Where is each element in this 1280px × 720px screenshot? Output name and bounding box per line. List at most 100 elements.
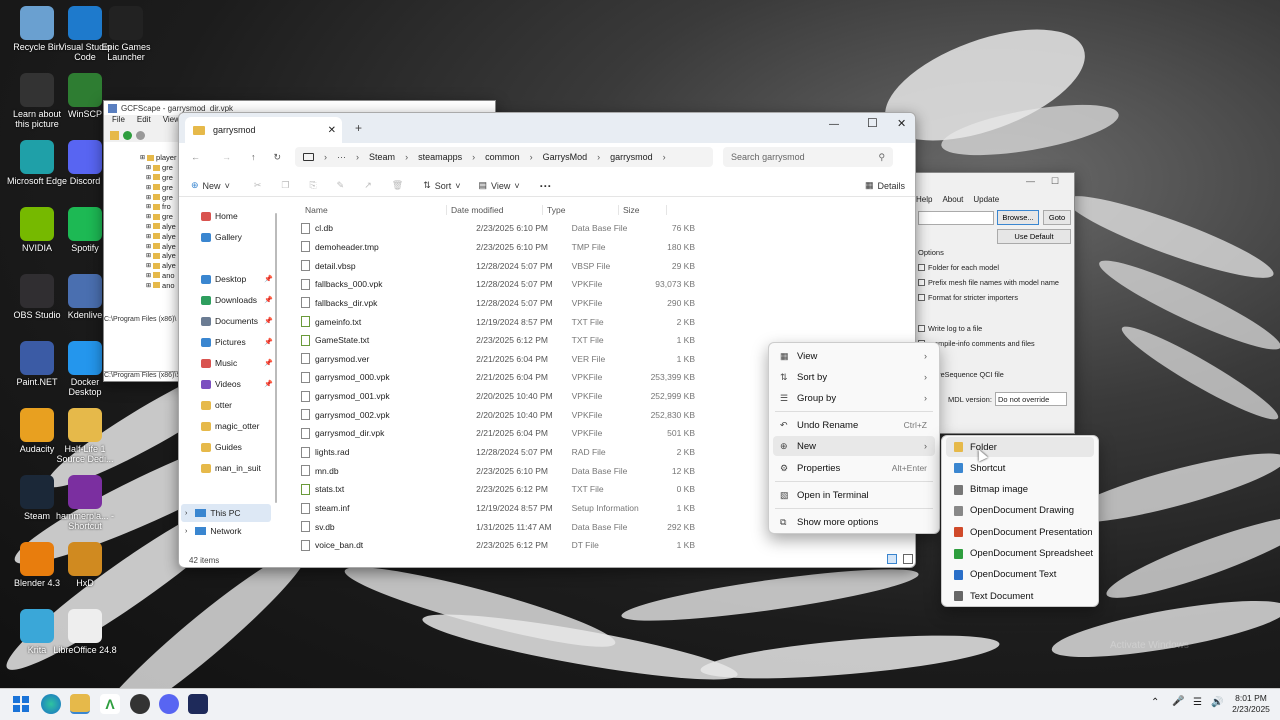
column-date[interactable]: Date modified bbox=[447, 205, 543, 215]
up-arrow-icon[interactable]: ↑ bbox=[251, 152, 256, 162]
nav-item[interactable]: Music 📌 bbox=[201, 358, 273, 368]
file-row[interactable]: stats.txt 2/23/2025 6:12 PM TXT File 0 KB bbox=[285, 480, 695, 499]
column-type[interactable]: Type bbox=[543, 205, 619, 215]
file-row[interactable]: detail.vbsp 12/28/2024 5:07 PM VBSP File 29… bbox=[285, 256, 695, 275]
back-icon[interactable] bbox=[123, 130, 132, 140]
option-checkbox[interactable]: Format for stricter importers bbox=[918, 293, 1018, 302]
file-row[interactable]: steam.inf 12/19/2024 8:57 PM Setup Informa… bbox=[285, 499, 695, 518]
wifi-icon[interactable]: ☰ bbox=[1193, 697, 1202, 708]
breadcrumb-item[interactable]: common bbox=[485, 152, 520, 162]
nav-item[interactable]: Desktop 📌 bbox=[201, 274, 273, 284]
cut-icon[interactable]: ✂ bbox=[254, 180, 262, 191]
file-row[interactable]: cl.db 2/23/2025 6:10 PM Data Base File 76 K… bbox=[285, 219, 695, 238]
nav-scrollbar[interactable] bbox=[275, 213, 277, 503]
nav-item-this-pc[interactable]: › This PC bbox=[181, 504, 271, 522]
context-menu-item[interactable]: ☰ Group by › bbox=[773, 388, 935, 408]
nav-item[interactable]: Guides bbox=[201, 442, 273, 452]
column-size[interactable]: Size bbox=[619, 205, 667, 215]
forward-icon[interactable] bbox=[136, 130, 145, 140]
desktop-icon[interactable]: hammerpla... - Shortcut bbox=[53, 475, 117, 531]
tree-node[interactable]: ⊞ ano bbox=[146, 280, 182, 290]
column-name[interactable]: Name bbox=[285, 205, 447, 215]
tree-node[interactable]: ⊞ gre bbox=[146, 163, 182, 173]
expand-icon[interactable]: ⊞ bbox=[146, 262, 151, 269]
expand-icon[interactable]: ⊞ bbox=[146, 243, 151, 250]
nav-item[interactable]: Downloads 📌 bbox=[201, 295, 273, 305]
view-button[interactable]: ▤ View ˅ bbox=[479, 180, 520, 191]
tree-node[interactable]: ⊞ alye bbox=[146, 261, 182, 271]
tree-node[interactable]: ⊞ player bbox=[140, 153, 182, 163]
expand-icon[interactable]: ⊞ bbox=[146, 272, 151, 279]
expand-icon[interactable]: ⊞ bbox=[146, 184, 151, 191]
expand-icon[interactable]: ⊞ bbox=[146, 213, 151, 220]
mdl-version-select[interactable]: Do not override bbox=[995, 392, 1067, 406]
search-box[interactable]: Search garrysmod ⚲ bbox=[723, 147, 894, 167]
breadcrumb-item[interactable]: steamapps bbox=[418, 152, 462, 162]
expand-icon[interactable]: ⊞ bbox=[146, 223, 151, 230]
crowbar-menu-help[interactable]: Help bbox=[916, 195, 932, 204]
crowbar-path-input[interactable] bbox=[918, 211, 994, 225]
nav-item[interactable]: Home bbox=[201, 211, 273, 221]
expand-icon[interactable]: ⊞ bbox=[140, 154, 145, 161]
browse-button[interactable]: Browse... bbox=[997, 210, 1039, 225]
share-icon[interactable]: ↗ bbox=[364, 180, 372, 191]
menu-edit[interactable]: Edit bbox=[137, 115, 151, 128]
desktop-icon[interactable]: Half-Life 1 Source Dedi... bbox=[53, 408, 117, 464]
breadcrumb-item[interactable]: Steam bbox=[369, 152, 395, 162]
expand-icon[interactable]: ⊞ bbox=[146, 203, 151, 210]
app-taskbar-icon[interactable]: Λ bbox=[100, 694, 120, 714]
nav-item[interactable]: magic_otter bbox=[201, 421, 273, 431]
new-submenu-item[interactable]: OpenDocument Spreadsheet bbox=[946, 544, 1094, 564]
tray-chevron-icon[interactable]: ⌃ bbox=[1151, 697, 1159, 708]
crowbar-menu-about[interactable]: About bbox=[942, 195, 963, 204]
context-menu-item[interactable]: ⇅ Sort by › bbox=[773, 367, 935, 387]
tree-node[interactable]: ⊞ gre bbox=[146, 173, 182, 183]
file-row[interactable]: demoheader.tmp 2/23/2025 6:10 PM TMP File 1… bbox=[285, 238, 695, 257]
menu-file[interactable]: File bbox=[112, 115, 125, 128]
expand-chevron-icon[interactable]: › bbox=[185, 510, 187, 517]
option-checkbox[interactable]: Write log to a file bbox=[918, 324, 982, 333]
forward-arrow-icon[interactable]: → bbox=[222, 152, 231, 162]
desktop-icon[interactable]: LibreOffice 24.8 bbox=[53, 609, 117, 655]
breadcrumb-separator[interactable]: › bbox=[530, 152, 533, 162]
desktop-icon[interactable]: HxD bbox=[53, 542, 117, 588]
copy-icon[interactable]: ❐ bbox=[281, 180, 289, 191]
davinci-taskbar-icon[interactable] bbox=[130, 694, 150, 714]
tree-node[interactable]: ⊞ gre bbox=[146, 192, 182, 202]
context-menu-item[interactable]: ⧉ Show more options bbox=[773, 512, 935, 532]
option-checkbox[interactable]: Folder for each model bbox=[918, 263, 999, 272]
use-default-button[interactable]: Use Default bbox=[997, 229, 1071, 244]
nav-item[interactable]: otter bbox=[201, 400, 273, 410]
maximize-icon[interactable]: ☐ bbox=[867, 116, 878, 130]
delete-icon[interactable]: 🗑 bbox=[392, 180, 403, 191]
maximize-icon[interactable]: ☐ bbox=[1051, 176, 1059, 187]
nav-item[interactable]: Pictures 📌 bbox=[201, 337, 273, 347]
nav-item-network[interactable]: › Network bbox=[181, 526, 242, 536]
clock[interactable]: 8:01 PM 2/23/2025 bbox=[1226, 693, 1276, 715]
goto-button[interactable]: Goto bbox=[1043, 210, 1071, 225]
details-view-icon[interactable] bbox=[887, 554, 897, 564]
refresh-icon[interactable]: ↻ bbox=[274, 152, 282, 163]
tree-node[interactable]: ⊞ ano bbox=[146, 271, 182, 281]
file-row[interactable]: garrysmod.ver 2/21/2025 6:04 PM VER File 1 … bbox=[285, 350, 695, 369]
file-row[interactable]: fallbacks_000.vpk 12/28/2024 5:07 PM VPKFi… bbox=[285, 275, 695, 294]
vscode-taskbar-icon[interactable] bbox=[188, 694, 208, 714]
expand-icon[interactable]: ⊞ bbox=[146, 174, 151, 181]
nav-item[interactable]: Gallery bbox=[201, 232, 273, 242]
tree-node[interactable]: ⊞ alye bbox=[146, 241, 182, 251]
tree-node[interactable]: ⊞ gre bbox=[146, 182, 182, 192]
expand-icon[interactable]: ⊞ bbox=[146, 282, 151, 289]
more-options-button[interactable]: ··· bbox=[540, 179, 552, 193]
start-button[interactable] bbox=[13, 696, 29, 712]
expand-chevron-icon[interactable]: › bbox=[185, 528, 187, 535]
edge-taskbar-icon[interactable] bbox=[41, 694, 61, 714]
back-arrow-icon[interactable]: ← bbox=[191, 152, 200, 162]
nav-item[interactable]: man_in_suit bbox=[201, 463, 273, 473]
file-row[interactable]: GameState.txt 2/23/2025 6:12 PM TXT File 1 … bbox=[285, 331, 695, 350]
new-submenu-item[interactable]: OpenDocument Drawing bbox=[946, 501, 1094, 521]
context-menu-item[interactable]: ▦ View › bbox=[773, 346, 935, 366]
expand-icon[interactable]: ⊞ bbox=[146, 194, 151, 201]
breadcrumb-item[interactable]: garrysmod bbox=[610, 152, 653, 162]
address-bar[interactable]: › ⋯ › Steam › steamapps › common › GarrysMod › gar… bbox=[295, 147, 714, 167]
file-row[interactable]: mn.db 2/23/2025 6:10 PM Data Base File 12 K… bbox=[285, 461, 695, 480]
